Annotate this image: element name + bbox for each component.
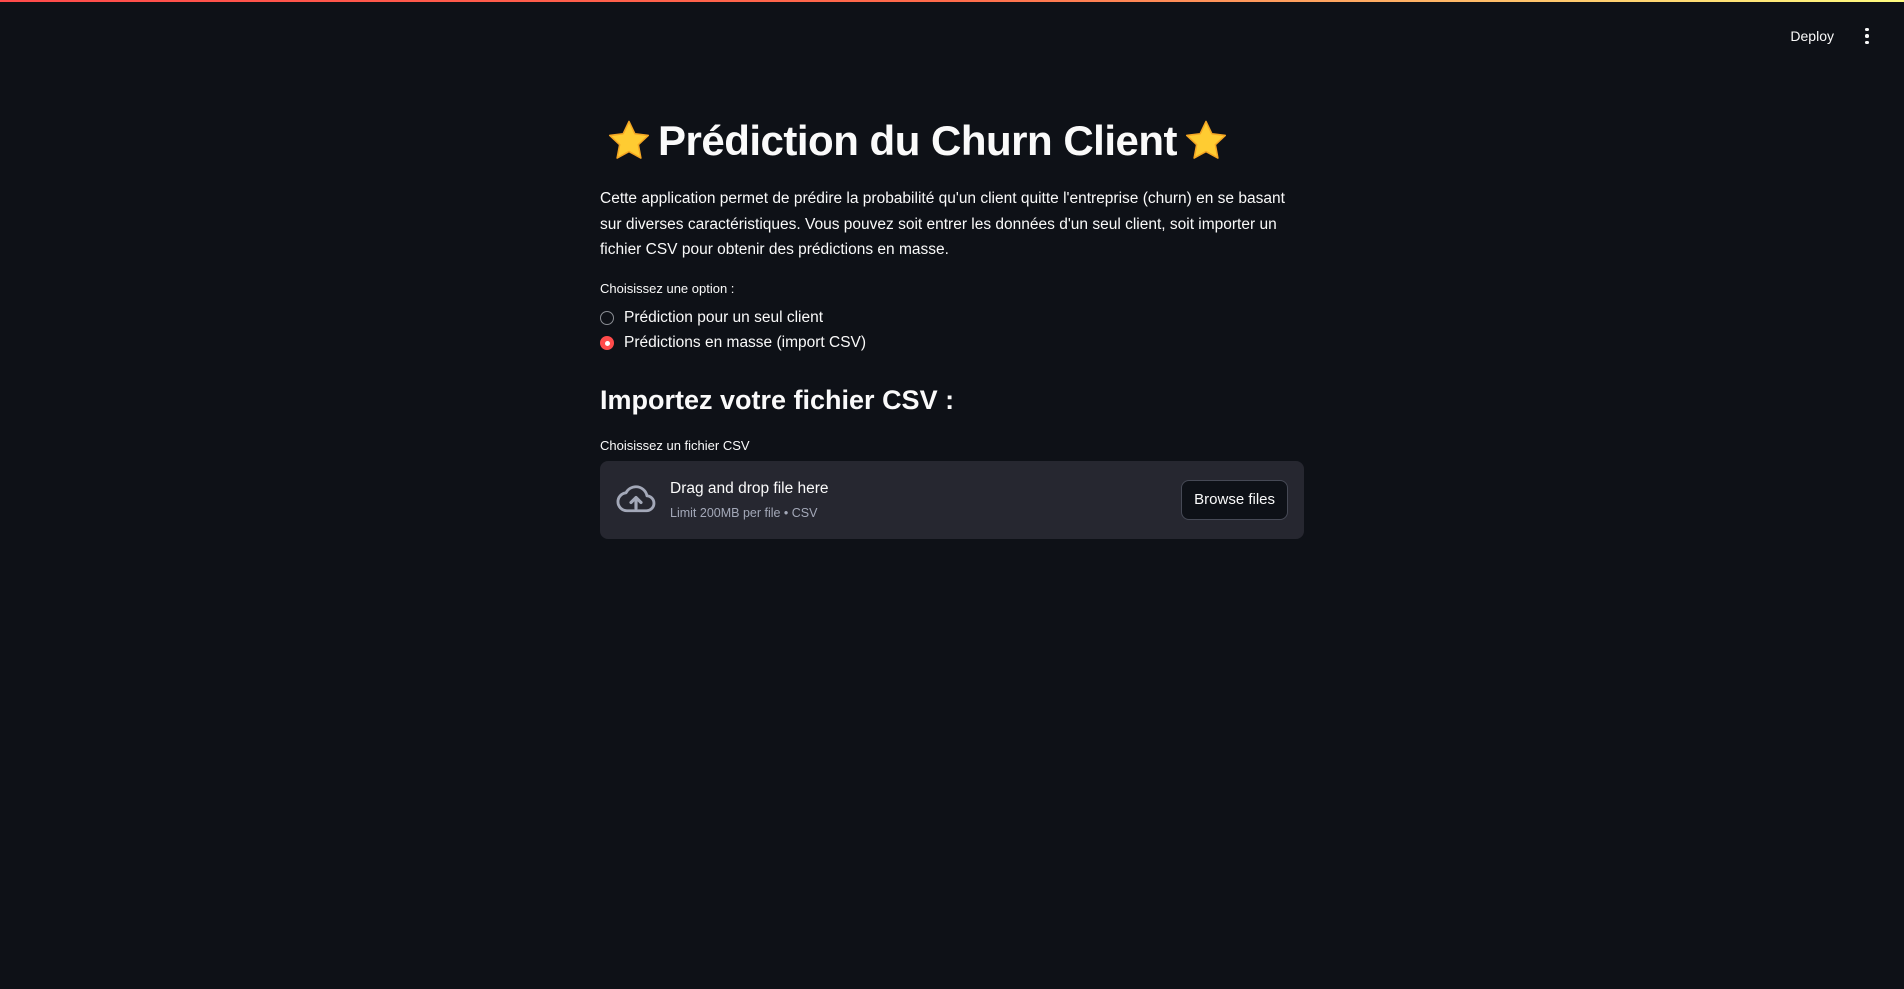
more-vertical-icon[interactable]	[1856, 25, 1878, 47]
upload-section-heading: Importez votre fichier CSV :	[600, 384, 955, 415]
radio-option-label: Prédiction pour un seul client	[624, 309, 824, 326]
app-description: Cette application permet de prédire la p…	[600, 190, 1285, 258]
browse-files-button[interactable]: Browse files	[1181, 479, 1288, 520]
radio-button[interactable]	[600, 311, 614, 325]
cloud-upload-icon	[616, 484, 656, 512]
star-icon	[608, 120, 650, 159]
option-radio-group: Choisissez une option : Prédiction pour …	[600, 281, 1304, 356]
star-icon	[1185, 120, 1227, 159]
file-dropzone[interactable]: Drag and drop file here Limit 200MB per …	[600, 460, 1304, 539]
page-title: Prédiction du Churn Client	[606, 110, 1304, 172]
main-content: Prédiction du Churn Client Cette applica…	[600, 110, 1304, 539]
radio-option-single-client[interactable]: Prédiction pour un seul client	[600, 306, 1304, 331]
radio-option-bulk-csv[interactable]: Prédictions en masse (import CSV)	[600, 331, 1304, 356]
top-decoration-bar	[0, 0, 1904, 2]
file-uploader-label: Choisissez un fichier CSV	[600, 437, 750, 453]
radio-group-label: Choisissez une option :	[600, 280, 735, 296]
app-header: Deploy	[1780, 0, 1904, 72]
dropzone-instruction: Drag and drop file here	[670, 479, 829, 497]
page-title-text: Prédiction du Churn Client	[658, 117, 1178, 164]
deploy-button[interactable]: Deploy	[1780, 22, 1844, 50]
radio-option-label: Prédictions en masse (import CSV)	[624, 334, 867, 351]
dropzone-limit: Limit 200MB per file • CSV	[670, 505, 818, 520]
radio-button-selected[interactable]	[600, 336, 614, 350]
